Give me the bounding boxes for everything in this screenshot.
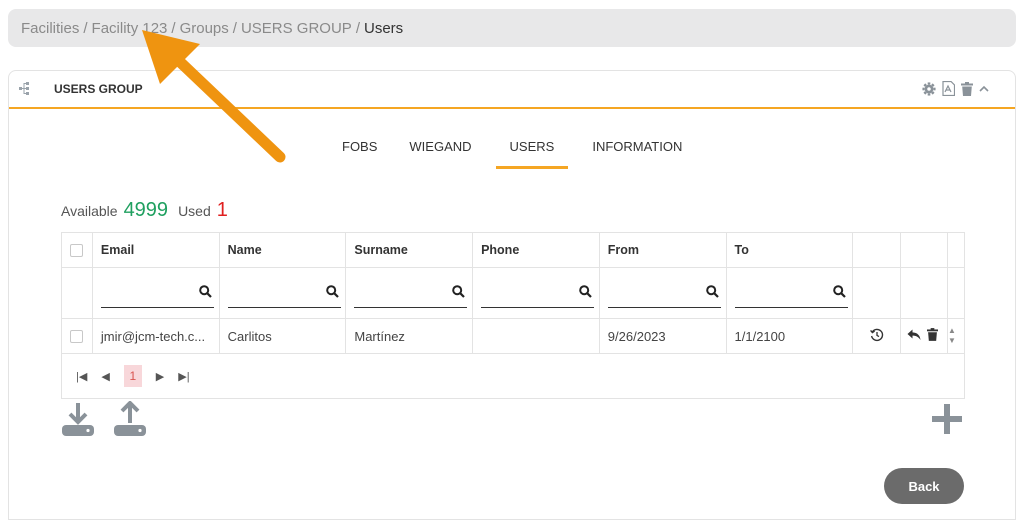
search-icon[interactable] (705, 284, 719, 301)
used-count: 1 (216, 199, 228, 221)
filter-row (62, 268, 964, 319)
search-icon[interactable] (452, 284, 466, 301)
search-icon[interactable] (579, 284, 592, 301)
breadcrumb: Facilities / Facility 123 / Groups / USE… (8, 9, 1016, 47)
breadcrumb-groups[interactable]: Groups (180, 20, 229, 37)
filter-phone-input[interactable] (485, 284, 580, 301)
scroll-header-cell (948, 233, 964, 267)
cell-email: jmir@jcm-tech.c... (93, 319, 220, 353)
action-header-cell (853, 233, 902, 267)
reply-icon[interactable] (907, 329, 921, 344)
select-all-checkbox[interactable] (70, 243, 84, 257)
tab-users[interactable]: USERS (495, 139, 569, 169)
cell-name: Carlitos (220, 319, 347, 353)
page-number-button[interactable]: 1 (123, 365, 142, 387)
tab-information[interactable]: INFORMATION (584, 139, 690, 167)
upload-icon[interactable] (113, 400, 147, 442)
chevron-up-icon[interactable] (979, 85, 989, 93)
select-all-cell (62, 233, 93, 267)
tab-fobs[interactable]: FOBS (334, 139, 385, 167)
table-header-row: Email Name Surname Phone From To (62, 233, 964, 268)
column-header-phone[interactable]: Phone (473, 233, 600, 267)
gear-icon[interactable] (922, 81, 936, 96)
user-counts: Available 4999 Used 1 (61, 199, 228, 222)
breadcrumb-separator: / (83, 19, 88, 37)
filter-spacer (62, 268, 93, 318)
cell-phone (473, 319, 600, 353)
breadcrumb-separator: / (232, 19, 237, 37)
trash-icon[interactable] (961, 81, 973, 96)
cell-to: 1/1/2100 (727, 319, 854, 353)
pdf-icon[interactable] (942, 81, 955, 96)
column-header-email[interactable]: Email (93, 233, 220, 267)
last-page-icon[interactable]: ▶| (178, 370, 189, 383)
panel-header: USERS GROUP (9, 71, 1015, 109)
filter-spacer (901, 268, 949, 318)
search-icon[interactable] (325, 284, 339, 301)
history-icon[interactable] (869, 328, 884, 345)
filter-cell-phone (473, 268, 600, 318)
column-header-surname[interactable]: Surname (346, 233, 474, 267)
row-actions-cell (901, 319, 949, 353)
filter-spacer (853, 268, 902, 318)
next-page-icon[interactable]: ▶ (156, 370, 164, 383)
filter-email-input[interactable] (104, 284, 199, 301)
row-history-cell (853, 319, 902, 353)
row-checkbox[interactable] (70, 329, 84, 343)
breadcrumb-facility[interactable]: Facility 123 (92, 20, 168, 37)
action-header-cell (901, 233, 949, 267)
table-row[interactable]: jmir@jcm-tech.c... Carlitos Martínez 9/2… (62, 319, 964, 354)
import-export-bar (61, 400, 147, 442)
column-header-name[interactable]: Name (220, 233, 347, 267)
tree-icon (19, 82, 31, 101)
cell-surname: Martínez (346, 319, 474, 353)
available-count: 4999 (123, 199, 169, 221)
row-select-cell (62, 319, 93, 353)
first-page-icon[interactable]: |◀ (76, 370, 87, 383)
panel-title: USERS GROUP (54, 82, 143, 96)
back-button[interactable]: Back (884, 468, 964, 504)
prev-page-icon[interactable]: ◀ (101, 370, 109, 383)
filter-cell-to (727, 268, 854, 318)
available-label: Available (61, 203, 118, 219)
search-icon[interactable] (199, 284, 212, 301)
add-icon[interactable] (931, 403, 963, 440)
filter-from-input[interactable] (611, 284, 706, 301)
used-label: Used (178, 203, 211, 219)
filter-cell-surname (346, 268, 474, 318)
download-icon[interactable] (61, 401, 95, 442)
tab-bar: FOBS WIEGAND USERS INFORMATION (334, 139, 706, 169)
filter-cell-name (220, 268, 347, 318)
filter-cell-from (600, 268, 727, 318)
tab-wiegand[interactable]: WIEGAND (401, 139, 479, 167)
filter-cell-email (93, 268, 220, 318)
breadcrumb-separator: / (355, 19, 360, 37)
header-actions (922, 81, 989, 96)
filter-name-input[interactable] (231, 284, 326, 301)
search-icon[interactable] (832, 284, 846, 301)
trash-icon[interactable] (927, 328, 939, 344)
breadcrumb-users-group[interactable]: USERS GROUP (241, 20, 352, 37)
scroll-down-icon[interactable]: ▼ (948, 336, 956, 346)
breadcrumb-separator: / (171, 19, 176, 37)
breadcrumb-current: Users (363, 19, 404, 37)
users-group-panel: USERS GROUP FOBS WIEGAND USERS INFORMATI… (8, 70, 1016, 520)
filter-spacer (948, 268, 964, 318)
filter-to-input[interactable] (738, 284, 833, 301)
breadcrumb-facilities[interactable]: Facilities (21, 20, 79, 37)
users-table: Email Name Surname Phone From To jmir@jc… (61, 232, 965, 399)
filter-surname-input[interactable] (358, 284, 453, 301)
column-header-to[interactable]: To (727, 233, 854, 267)
scroll-up-icon[interactable]: ▲ (948, 326, 956, 336)
cell-from: 9/26/2023 (600, 319, 727, 353)
column-header-from[interactable]: From (600, 233, 727, 267)
pager: |◀ ◀ 1 ▶ ▶| (62, 354, 964, 398)
row-scrollbar[interactable]: ▲ ▼ (948, 319, 964, 353)
